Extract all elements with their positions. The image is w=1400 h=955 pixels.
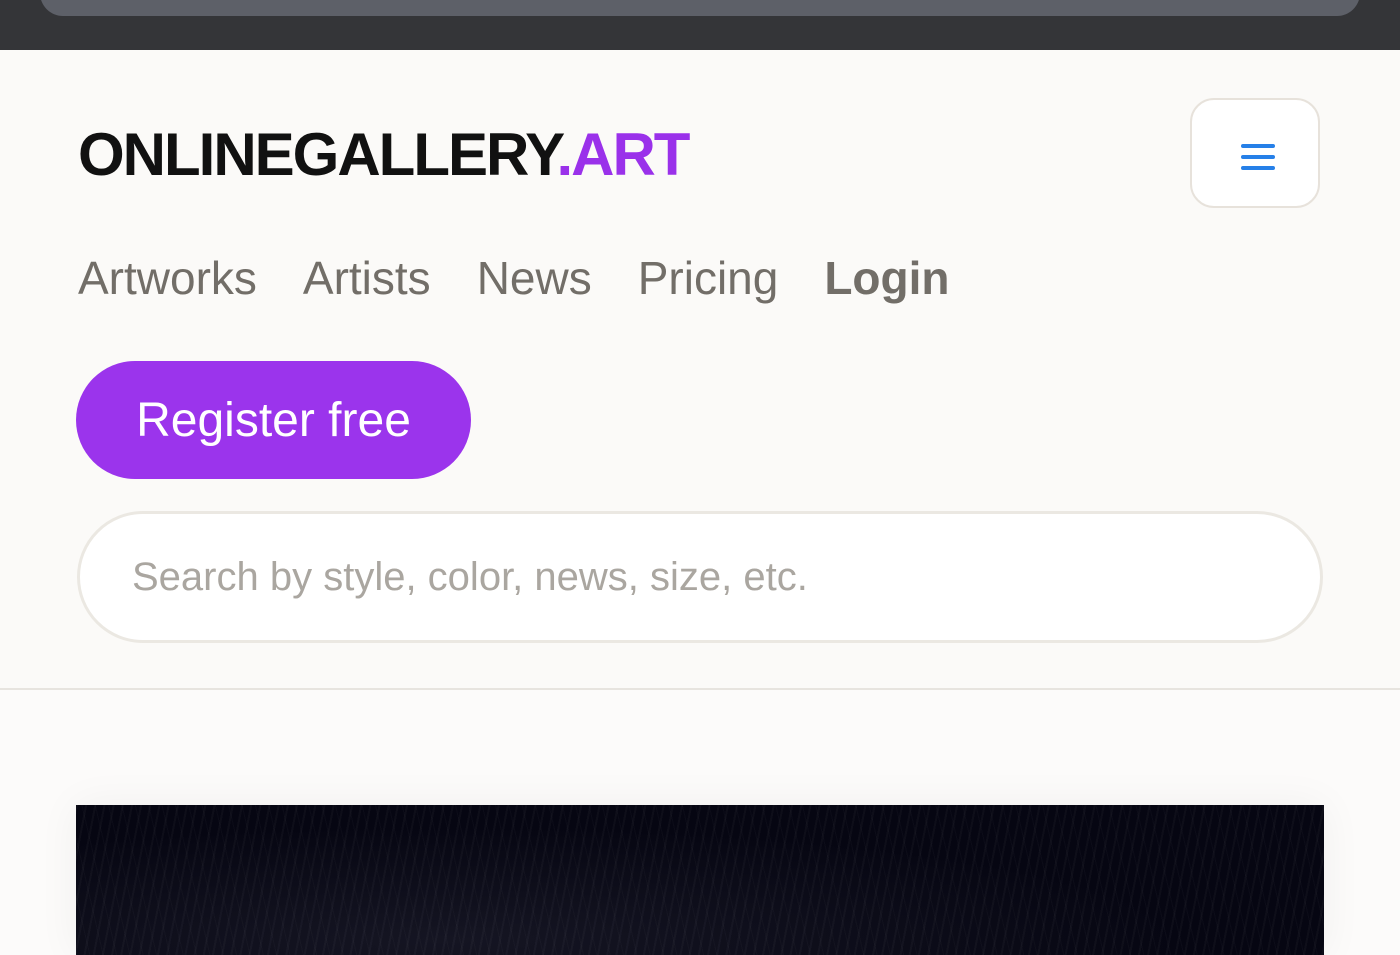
logo-tld-text: .ART [556, 121, 690, 188]
nav-item-news[interactable]: News [477, 251, 592, 305]
menu-button[interactable] [1190, 98, 1320, 208]
nav-item-artists[interactable]: Artists [303, 251, 431, 305]
logo-main-text: ONLINEGALLERY [78, 121, 558, 188]
artwork-texture [76, 805, 1324, 955]
browser-top-bar [0, 0, 1400, 50]
main-content [0, 690, 1400, 955]
register-free-button[interactable]: Register free [76, 361, 471, 479]
hamburger-menu-icon [1241, 144, 1275, 170]
main-nav: Artworks Artists News Pricing Login [78, 248, 950, 308]
artwork-image[interactable] [76, 805, 1324, 955]
nav-item-pricing[interactable]: Pricing [638, 251, 779, 305]
site-header: ONLINEGALLERY.ART Artworks Artists News … [0, 50, 1400, 690]
browser-address-bar[interactable] [40, 0, 1360, 16]
site-logo[interactable]: ONLINEGALLERY.ART [78, 120, 690, 190]
nav-item-login[interactable]: Login [824, 251, 949, 305]
nav-item-artworks[interactable]: Artworks [78, 251, 257, 305]
search-input[interactable] [77, 511, 1323, 643]
